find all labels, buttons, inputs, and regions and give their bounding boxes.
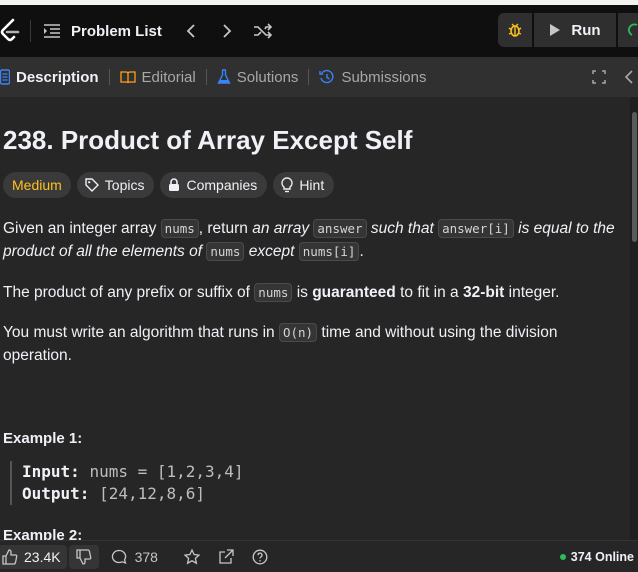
problem-title[interactable]: 238. Product of Array Except Self xyxy=(3,125,412,156)
top-nav: Problem List Run xyxy=(0,5,638,57)
inline-code: nums[i] xyxy=(298,242,360,261)
run-label: Run xyxy=(571,21,601,39)
tab-editorial-label: Editorial xyxy=(141,68,196,86)
play-icon xyxy=(550,24,561,36)
companies-chip[interactable]: Companies xyxy=(160,172,268,198)
tab-editorial[interactable]: Editorial xyxy=(110,57,206,97)
difficulty-badge: Medium xyxy=(3,172,71,198)
chevron-right-icon xyxy=(223,24,232,38)
inline-code: O(n) xyxy=(278,323,318,342)
history-icon xyxy=(319,69,334,84)
example-1-block: Input: nums = [1,2,3,4] Output: [24,12,8… xyxy=(10,461,244,505)
collapse-panel-button[interactable] xyxy=(624,70,634,84)
topics-chip[interactable]: Topics xyxy=(76,172,155,198)
tab-submissions[interactable]: Submissions xyxy=(309,57,436,97)
example-1-heading: Example 1: xyxy=(3,430,83,447)
debug-button[interactable] xyxy=(498,13,532,47)
chevron-left-icon xyxy=(186,24,195,38)
chevron-left-icon xyxy=(624,70,633,84)
hint-label: Hint xyxy=(299,177,325,193)
problem-list-icon xyxy=(43,23,61,39)
bottom-action-bar: 23.4K 378 374 Online xyxy=(0,540,638,572)
leetcode-logo-icon[interactable] xyxy=(0,16,22,46)
companies-label: Companies xyxy=(186,177,258,193)
inline-code: answer[i] xyxy=(438,219,514,238)
fullscreen-button[interactable] xyxy=(592,70,606,84)
like-count: 23.4K xyxy=(24,548,61,565)
inline-code: nums xyxy=(206,242,245,261)
expand-icon xyxy=(592,70,606,84)
thumbs-down-icon xyxy=(75,548,91,565)
comment-count: 378 xyxy=(134,548,158,565)
share-icon xyxy=(219,548,234,564)
next-problem-button[interactable] xyxy=(214,18,240,44)
problem-tags: Medium Topics Companies Hint xyxy=(3,172,335,198)
like-button[interactable]: 23.4K xyxy=(0,544,67,569)
tab-solutions[interactable]: Solutions xyxy=(207,57,309,97)
example-2-heading: Example 2: xyxy=(3,527,83,540)
run-button[interactable]: Run xyxy=(534,13,616,47)
star-icon xyxy=(183,548,200,564)
description-paragraph-1: Given an integer array nums, return an a… xyxy=(3,219,615,261)
tab-submissions-label: Submissions xyxy=(341,68,427,86)
description-paragraph-3: You must write an algorithm that runs in… xyxy=(3,323,558,364)
shuffle-icon xyxy=(253,23,272,39)
help-button[interactable] xyxy=(252,549,268,565)
bug-icon xyxy=(508,23,522,37)
flask-icon xyxy=(217,69,231,84)
online-indicator: 374 Online xyxy=(559,549,634,564)
book-icon xyxy=(119,71,136,84)
topics-label: Topics xyxy=(104,177,145,193)
favorite-button[interactable] xyxy=(183,548,200,565)
comment-icon xyxy=(111,549,127,564)
submit-button[interactable] xyxy=(618,13,638,47)
problem-list-button[interactable]: Problem List xyxy=(43,23,162,40)
description-paragraph-2: The product of any prefix or suffix of n… xyxy=(3,283,560,302)
thumbs-up-icon xyxy=(2,548,18,565)
lock-icon xyxy=(169,178,180,191)
nav-divider xyxy=(30,20,31,42)
description-icon xyxy=(0,69,10,85)
tag-icon xyxy=(85,178,99,192)
submit-cloud-icon xyxy=(628,23,638,36)
online-count: 374 Online xyxy=(570,549,634,564)
lightbulb-icon xyxy=(281,177,293,193)
tab-solutions-label: Solutions xyxy=(236,68,299,86)
question-icon xyxy=(252,549,268,564)
description-tab-bar: Description Editorial Solutions Submissi… xyxy=(0,57,638,97)
problem-list-label: Problem List xyxy=(71,22,162,40)
prev-problem-button[interactable] xyxy=(178,18,204,44)
online-dot-icon xyxy=(559,553,566,560)
random-problem-button[interactable] xyxy=(250,18,276,44)
inline-code: nums xyxy=(160,219,199,238)
tab-description-label: Description xyxy=(16,68,99,86)
tab-description[interactable]: Description xyxy=(0,57,109,97)
inline-code: answer xyxy=(313,219,367,238)
dislike-button[interactable] xyxy=(68,544,99,569)
comments-button[interactable]: 378 xyxy=(111,549,158,565)
inline-code: nums xyxy=(254,283,293,302)
hint-chip[interactable]: Hint xyxy=(273,172,335,198)
problem-description-panel: 238. Product of Array Except Self Medium… xyxy=(0,97,630,540)
share-button[interactable] xyxy=(218,548,234,565)
scrollbar-thumb[interactable] xyxy=(632,112,637,242)
